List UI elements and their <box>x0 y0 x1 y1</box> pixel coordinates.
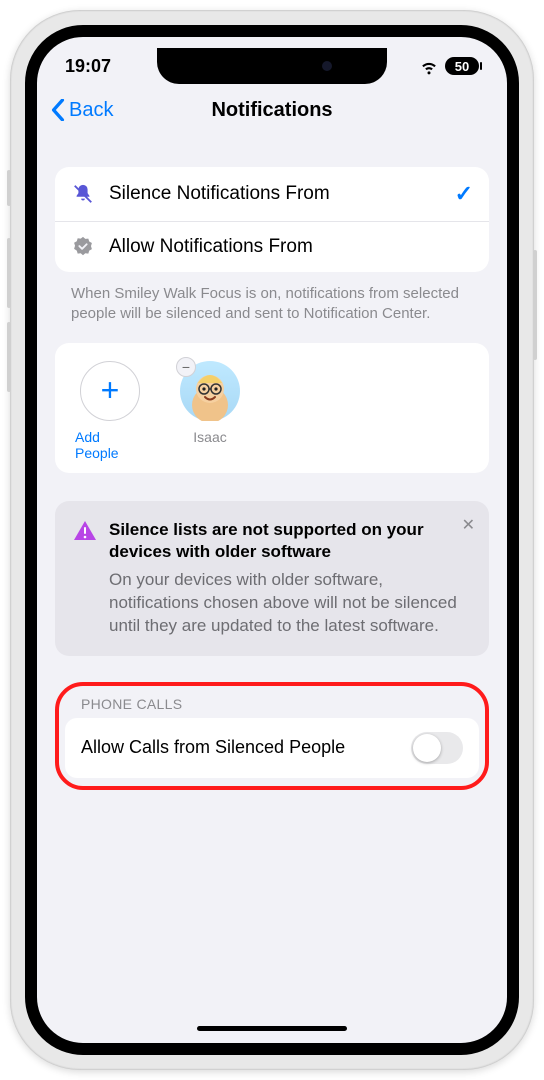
chevron-left-icon <box>51 99 65 121</box>
warning-triangle-icon <box>73 519 97 549</box>
wifi-icon <box>419 56 439 76</box>
warning-info-box: ✕ Silence lists are not supported on you… <box>55 501 489 656</box>
power-button <box>533 250 537 360</box>
status-time: 19:07 <box>65 56 111 77</box>
allow-calls-row: Allow Calls from Silenced People <box>65 718 479 778</box>
add-people-button[interactable]: + Add People <box>75 361 145 461</box>
battery-icon: 50 <box>445 57 479 75</box>
option-label: Silence Notifications From <box>109 183 330 205</box>
close-icon[interactable]: ✕ <box>462 515 475 535</box>
badge-check-icon <box>71 236 95 258</box>
option-label: Allow Notifications From <box>109 236 313 258</box>
highlighted-section: PHONE CALLS Allow Calls from Silenced Pe… <box>55 682 489 790</box>
plus-icon: + <box>80 361 140 421</box>
notch <box>157 48 387 84</box>
allow-calls-toggle[interactable] <box>411 732 463 764</box>
person-item[interactable]: − Isaac <box>175 361 245 461</box>
help-text: When Smiley Walk Focus is on, notificati… <box>55 272 489 343</box>
allow-notifications-option[interactable]: Allow Notifications From <box>55 221 489 272</box>
info-title: Silence lists are not supported on your … <box>109 519 471 563</box>
back-button[interactable]: Back <box>51 99 113 122</box>
phone-frame: 19:07 50 Back Notifications Silence Noti… <box>10 10 534 1070</box>
notification-mode-group: Silence Notifications From ✓ Allow Notif… <box>55 167 489 272</box>
silence-notifications-option[interactable]: Silence Notifications From ✓ <box>55 167 489 221</box>
home-indicator[interactable] <box>197 1026 347 1031</box>
people-list: + Add People − <box>55 343 489 473</box>
section-header: PHONE CALLS <box>65 696 479 718</box>
info-body: On your devices with older software, not… <box>73 569 471 638</box>
checkmark-icon: ✓ <box>455 181 473 207</box>
memoji-icon <box>180 361 240 421</box>
mute-switch <box>7 170 11 206</box>
nav-bar: Back Notifications <box>37 85 507 135</box>
back-label: Back <box>69 99 113 122</box>
screen: 19:07 50 Back Notifications Silence Noti… <box>25 25 519 1055</box>
avatar: − <box>180 361 240 421</box>
allow-calls-label: Allow Calls from Silenced People <box>81 737 345 758</box>
person-name: Isaac <box>193 429 226 445</box>
volume-up-button <box>7 238 11 308</box>
add-people-label: Add People <box>75 429 145 461</box>
bell-slash-icon <box>71 183 95 205</box>
volume-down-button <box>7 322 11 392</box>
